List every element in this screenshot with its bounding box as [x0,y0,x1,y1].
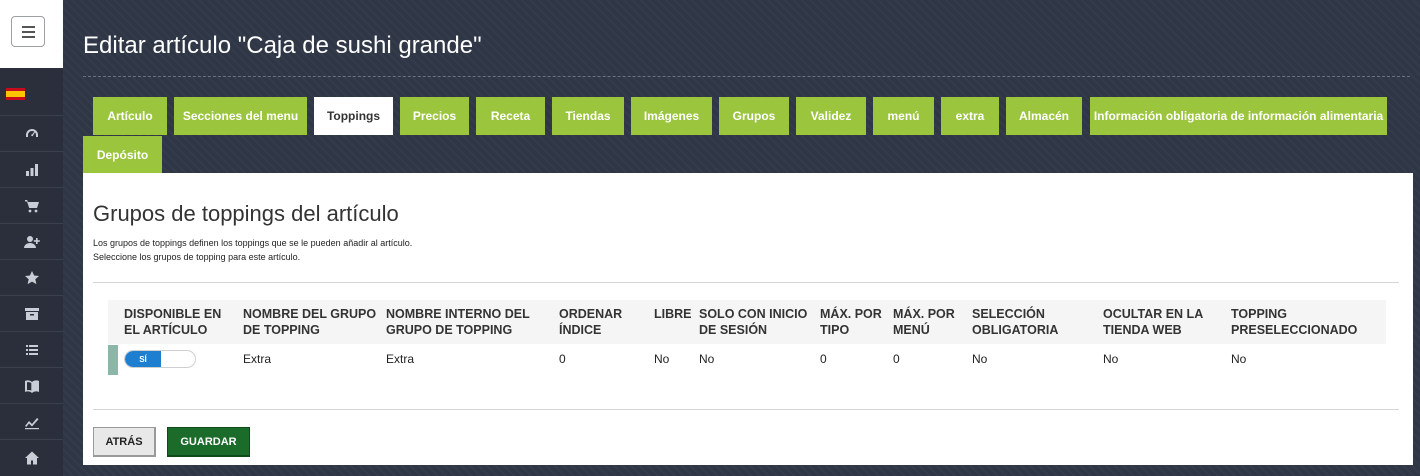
sidebar-header [0,0,63,68]
toggle-on-label: SÍ [125,351,161,367]
cell-hide-webshop: No [1103,352,1119,366]
shopping-cart-icon[interactable] [0,187,63,223]
section-divider-bottom [93,409,1399,410]
section-divider-top [93,282,1399,283]
cell-preselected: No [1231,352,1247,366]
tab-menu[interactable]: menú [873,97,934,135]
cell-internal-name: Extra [386,352,415,366]
archive-box-icon[interactable] [0,295,63,331]
spain-flag-icon[interactable] [6,88,25,100]
column-header-free[interactable]: LIBRE [654,306,692,322]
tab-imagenes[interactable]: Imágenes [631,97,712,135]
cell-free: No [654,352,670,366]
save-button[interactable]: GUARDAR [167,427,250,457]
tab-deposito[interactable]: Depósito [83,136,162,174]
cell-group-name: Extra [243,352,272,366]
tab-validez[interactable]: Validez [796,97,866,135]
cell-login-only: No [699,352,715,366]
column-header-login-only[interactable]: SOLO CON INICIO DE SESIÓN [699,306,807,338]
tab-almacen[interactable]: Almacén [1006,97,1082,135]
tab-precios[interactable]: Precios [400,97,469,135]
cell-mandatory: No [972,352,988,366]
tab-articulo[interactable]: Artículo [93,97,167,135]
trend-line-icon[interactable] [0,403,63,439]
main-content: Editar artículo "Caja de sushi grande" A… [63,0,1420,476]
title-divider [83,76,1410,77]
book-icon[interactable] [0,367,63,403]
tab-informacion-alimentaria[interactable]: Información obligatoria de información a… [1090,97,1387,135]
column-header-mandatory[interactable]: SELECCIÓN OBLIGATORIA [972,306,1058,338]
tab-toppings[interactable]: Toppings [314,97,393,135]
tab-grupos[interactable]: Grupos [719,97,789,135]
list-icon[interactable] [0,331,63,367]
tab-tiendas[interactable]: Tiendas [552,97,624,135]
home-icon[interactable] [0,439,63,475]
column-header-preselected[interactable]: TOPPING PRESELECCIONADO [1231,306,1357,338]
cell-sort-index: 0 [559,352,566,366]
cell-max-per-menu: 0 [893,352,900,366]
table-header: DISPONIBLE EN EL ARTÍCULO NOMBRE DEL GRUP… [108,300,1386,344]
row-drag-handle[interactable] [108,345,118,375]
page-title: Editar artículo "Caja de sushi grande" [83,32,482,59]
bar-chart-icon[interactable] [0,151,63,187]
section-description-line-1: Los grupos de toppings definen los toppi… [93,238,413,248]
section-description-line-2: Seleccione los grupos de topping para es… [93,252,301,262]
column-header-internal-name[interactable]: NOMBRE INTERNO DEL GRUPO DE TOPPING [386,306,530,338]
star-icon[interactable] [0,259,63,295]
tab-extra[interactable]: extra [941,97,999,135]
available-toggle[interactable]: SÍ [124,350,196,368]
sidebar [0,0,63,476]
hamburger-menu-icon[interactable] [11,16,45,47]
cell-max-per-type: 0 [820,352,827,366]
column-header-max-per-menu[interactable]: MÁX. POR MENÚ [893,306,955,338]
back-button[interactable]: ATRÁS [93,427,156,457]
column-header-group-name[interactable]: NOMBRE DEL GRUPO DE TOPPING [243,306,376,338]
section-title: Grupos de toppings del artículo [93,201,399,226]
column-header-max-per-type[interactable]: MÁX. POR TIPO [820,306,882,338]
column-header-sort-index[interactable]: ORDENAR ÍNDICE [559,306,622,338]
column-header-available[interactable]: DISPONIBLE EN EL ARTÍCULO [124,306,221,338]
dashboard-gauge-icon[interactable] [0,115,63,151]
add-user-icon[interactable] [0,223,63,259]
tab-receta[interactable]: Receta [476,97,545,135]
column-header-hide-webshop[interactable]: OCULTAR EN LA TIENDA WEB [1103,306,1203,338]
toppings-panel: Grupos de toppings del artículo Los grup… [83,173,1413,465]
tab-secciones-del-menu[interactable]: Secciones del menu [174,97,307,135]
